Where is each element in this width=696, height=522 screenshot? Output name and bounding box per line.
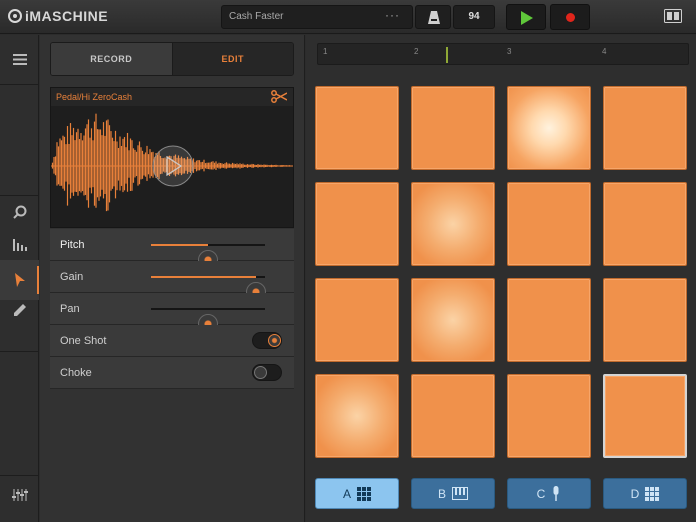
param-label: One Shot	[60, 335, 107, 347]
play-button[interactable]	[506, 4, 546, 30]
hamburger-icon	[12, 53, 27, 65]
param-label: Gain	[60, 271, 84, 283]
pencil-icon	[13, 304, 26, 316]
bar-number: 3	[507, 47, 512, 56]
grid-icon	[357, 486, 371, 501]
more-icon[interactable]: ···	[385, 8, 400, 22]
levels-icon	[12, 239, 27, 251]
mixer-button[interactable]	[0, 225, 39, 265]
bar-number: 1	[323, 47, 328, 56]
settings-button[interactable]	[0, 475, 39, 515]
play-icon	[521, 11, 533, 25]
maschine-logo-icon	[8, 9, 22, 23]
app-logo: iMASCHINE	[8, 8, 108, 24]
choke-toggle[interactable]	[252, 364, 282, 381]
pad-7[interactable]	[507, 182, 591, 266]
pad-16[interactable]	[603, 374, 687, 458]
sliders-icon	[11, 489, 28, 501]
bank-c-button[interactable]: C	[507, 478, 591, 509]
pan-slider[interactable]	[151, 308, 265, 334]
pad-5[interactable]	[315, 182, 399, 266]
mode-tabs: RECORD EDIT	[50, 42, 294, 76]
param-row-pitch: Pitch	[50, 229, 294, 270]
param-row-pan: Pan	[50, 293, 294, 334]
scissors-icon[interactable]	[271, 90, 287, 103]
pad-6[interactable]	[411, 182, 495, 266]
app-title: iMASCHINE	[25, 8, 109, 24]
toggle-knob	[254, 366, 267, 379]
metronome-icon	[428, 11, 440, 24]
gain-slider[interactable]	[151, 276, 266, 302]
draw-mode-button[interactable]	[0, 290, 39, 330]
pad-15[interactable]	[507, 374, 591, 458]
mic-icon	[553, 486, 559, 501]
pitch-slider-fill	[151, 244, 208, 246]
tab-record[interactable]: RECORD	[51, 43, 173, 75]
song-selector[interactable]: Cash Faster ···	[221, 5, 413, 29]
song-name: Cash Faster	[229, 11, 284, 22]
bank-label: A	[342, 486, 351, 501]
param-label: Choke	[60, 367, 92, 379]
pad-8[interactable]	[603, 182, 687, 266]
pointer-icon	[14, 273, 25, 287]
pad-4[interactable]	[603, 86, 687, 170]
pad-2[interactable]	[411, 86, 495, 170]
pad-13[interactable]	[315, 374, 399, 458]
bar-number: 2	[414, 47, 419, 56]
bank-selector: A B C D	[315, 478, 688, 510]
gain-slider-fill	[151, 276, 256, 278]
parameter-list: Pitch Gain Pan One Shot Choke	[50, 229, 294, 389]
waveform	[51, 113, 293, 212]
search-icon	[12, 205, 26, 219]
edit-panel: RECORD EDIT Pedal/Hi ZeroCash Pitch Gain…	[40, 35, 305, 522]
tab-edit[interactable]: EDIT	[172, 43, 293, 75]
bank-label: D	[630, 486, 640, 501]
pad-11[interactable]	[507, 278, 591, 362]
param-label: Pan	[60, 303, 80, 315]
tempo-display[interactable]: 94	[453, 5, 495, 29]
param-row-choke: Choke	[50, 357, 294, 389]
pad-12[interactable]	[603, 278, 687, 362]
pad-1[interactable]	[315, 86, 399, 170]
record-button[interactable]	[550, 4, 590, 30]
pitch-slider[interactable]	[151, 244, 265, 270]
bank-b-button[interactable]: B	[411, 478, 495, 509]
pattern-timeline[interactable]: 1 2 3 4	[317, 43, 689, 65]
bank-a-button[interactable]: A	[315, 478, 399, 509]
param-label: Pitch	[60, 239, 85, 251]
pad-14[interactable]	[411, 374, 495, 458]
grid-icon	[645, 486, 660, 501]
top-bar: iMASCHINE Cash Faster ··· 94	[0, 0, 696, 34]
app-window: iMASCHINE Cash Faster ··· 94 RECORD EDIT…	[0, 0, 696, 522]
playhead[interactable]	[446, 47, 448, 63]
sample-name: Pedal/Hi ZeroCash	[56, 92, 133, 102]
keyboard-icon	[452, 487, 468, 500]
bank-label: B	[437, 486, 446, 501]
bar-number: 4	[602, 47, 607, 56]
pad-3[interactable]	[507, 86, 591, 170]
view-toggle-icon[interactable]	[664, 9, 682, 23]
record-icon	[566, 13, 575, 22]
sample-editor[interactable]: Pedal/Hi ZeroCash	[50, 87, 294, 228]
bank-d-button[interactable]: D	[603, 478, 687, 509]
one-shot-toggle[interactable]	[252, 332, 282, 349]
sample-header: Pedal/Hi ZeroCash	[51, 88, 293, 106]
toggle-knob	[268, 334, 281, 347]
pad-9[interactable]	[315, 278, 399, 362]
pad-area: 1 2 3 4 A B C D	[306, 35, 696, 522]
pad-10[interactable]	[411, 278, 495, 362]
tool-rail	[0, 35, 39, 522]
param-row-gain: Gain	[50, 261, 294, 302]
param-row-one-shot: One Shot	[50, 325, 294, 357]
bank-label: C	[536, 486, 546, 501]
metronome-button[interactable]	[415, 5, 451, 29]
menu-button[interactable]	[0, 39, 39, 79]
